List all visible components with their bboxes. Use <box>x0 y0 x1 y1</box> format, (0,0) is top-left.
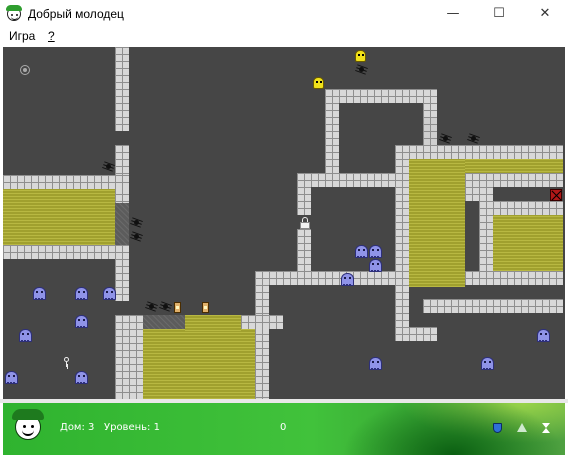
title-bar: Добрый молодец — ☐ ✕ <box>0 0 568 28</box>
wall <box>297 229 311 271</box>
ghost-enemy-icon <box>369 357 382 370</box>
yard-left <box>3 189 115 245</box>
wall <box>423 299 563 313</box>
wall <box>115 259 129 301</box>
ghost-enemy-icon <box>5 371 18 384</box>
level-indicator: Уровень: 1 <box>104 422 160 433</box>
menu-help[interactable]: ? <box>48 29 55 43</box>
wall <box>493 271 563 285</box>
wall <box>465 173 563 187</box>
ghost-enemy-icon <box>75 287 88 300</box>
wall <box>395 327 437 341</box>
window-title: Добрый молодец <box>28 7 124 21</box>
ghost-enemy-icon <box>75 371 88 384</box>
yard-center-right <box>409 159 465 287</box>
wall <box>129 329 143 399</box>
minimize-button[interactable]: — <box>430 0 476 28</box>
dark-tile <box>143 315 185 329</box>
app-smiley-icon <box>6 5 22 21</box>
spider-enemy-icon <box>468 133 479 144</box>
wall <box>255 285 269 399</box>
spider-enemy-icon <box>440 133 451 144</box>
ghost-enemy-icon <box>369 245 382 258</box>
wall <box>297 187 311 215</box>
player-character[interactable] <box>355 50 366 62</box>
ghost-enemy-icon <box>33 287 46 300</box>
spider-enemy-icon <box>131 231 142 242</box>
maximize-button[interactable]: ☐ <box>476 0 522 28</box>
lantern-icon[interactable] <box>174 302 181 313</box>
wall <box>115 315 129 399</box>
yard-right <box>493 215 563 271</box>
ghost-enemy-icon <box>355 245 368 258</box>
shield-icon[interactable] <box>493 423 502 433</box>
menu-game[interactable]: Игра <box>9 29 35 43</box>
ghost-enemy-icon <box>481 357 494 370</box>
lantern-icon[interactable] <box>202 302 209 313</box>
yellow-creature[interactable] <box>313 77 324 89</box>
wall <box>395 145 563 159</box>
spider-enemy-icon <box>131 217 142 228</box>
score-value: 0 <box>280 422 287 433</box>
ghost-enemy-icon <box>537 329 550 342</box>
wall <box>241 315 283 329</box>
close-button[interactable]: ✕ <box>522 0 568 28</box>
wall <box>3 175 129 189</box>
triangle-icon[interactable] <box>517 423 527 432</box>
key-icon[interactable] <box>63 357 71 367</box>
ghost-enemy-icon <box>341 273 354 286</box>
ghost-enemy-icon <box>75 315 88 328</box>
spider-enemy-icon <box>103 161 114 172</box>
wall <box>115 145 129 203</box>
wall <box>129 315 143 329</box>
spider-enemy-icon <box>146 301 157 312</box>
spider-enemy-icon <box>160 301 171 312</box>
wall <box>493 201 563 215</box>
exit-door-icon[interactable] <box>550 189 562 201</box>
hourglass-icon[interactable] <box>542 423 550 433</box>
wall <box>255 271 395 285</box>
ghost-enemy-icon <box>369 259 382 272</box>
wall <box>395 159 409 341</box>
menu-bar: Игра ? <box>0 28 568 46</box>
spider-enemy-icon <box>356 64 367 75</box>
target-marker-icon <box>20 65 30 75</box>
yard-bottom-b <box>185 315 241 331</box>
hero-avatar-icon <box>12 409 44 440</box>
home-counter: Дом: 3 <box>60 422 95 433</box>
wall <box>325 89 437 103</box>
wall <box>465 271 479 285</box>
wall-gate <box>423 117 437 145</box>
status-bar: Дом: 3 Уровень: 1 0 <box>3 403 565 455</box>
ghost-enemy-icon <box>19 329 32 342</box>
wall <box>325 103 339 173</box>
game-board[interactable] <box>3 47 565 399</box>
wall <box>3 245 129 259</box>
wall <box>115 47 129 131</box>
wall <box>297 173 409 187</box>
ghost-enemy-icon <box>103 287 116 300</box>
wall <box>479 187 493 285</box>
padlock-icon[interactable] <box>300 217 310 229</box>
dark-tile <box>115 203 129 245</box>
